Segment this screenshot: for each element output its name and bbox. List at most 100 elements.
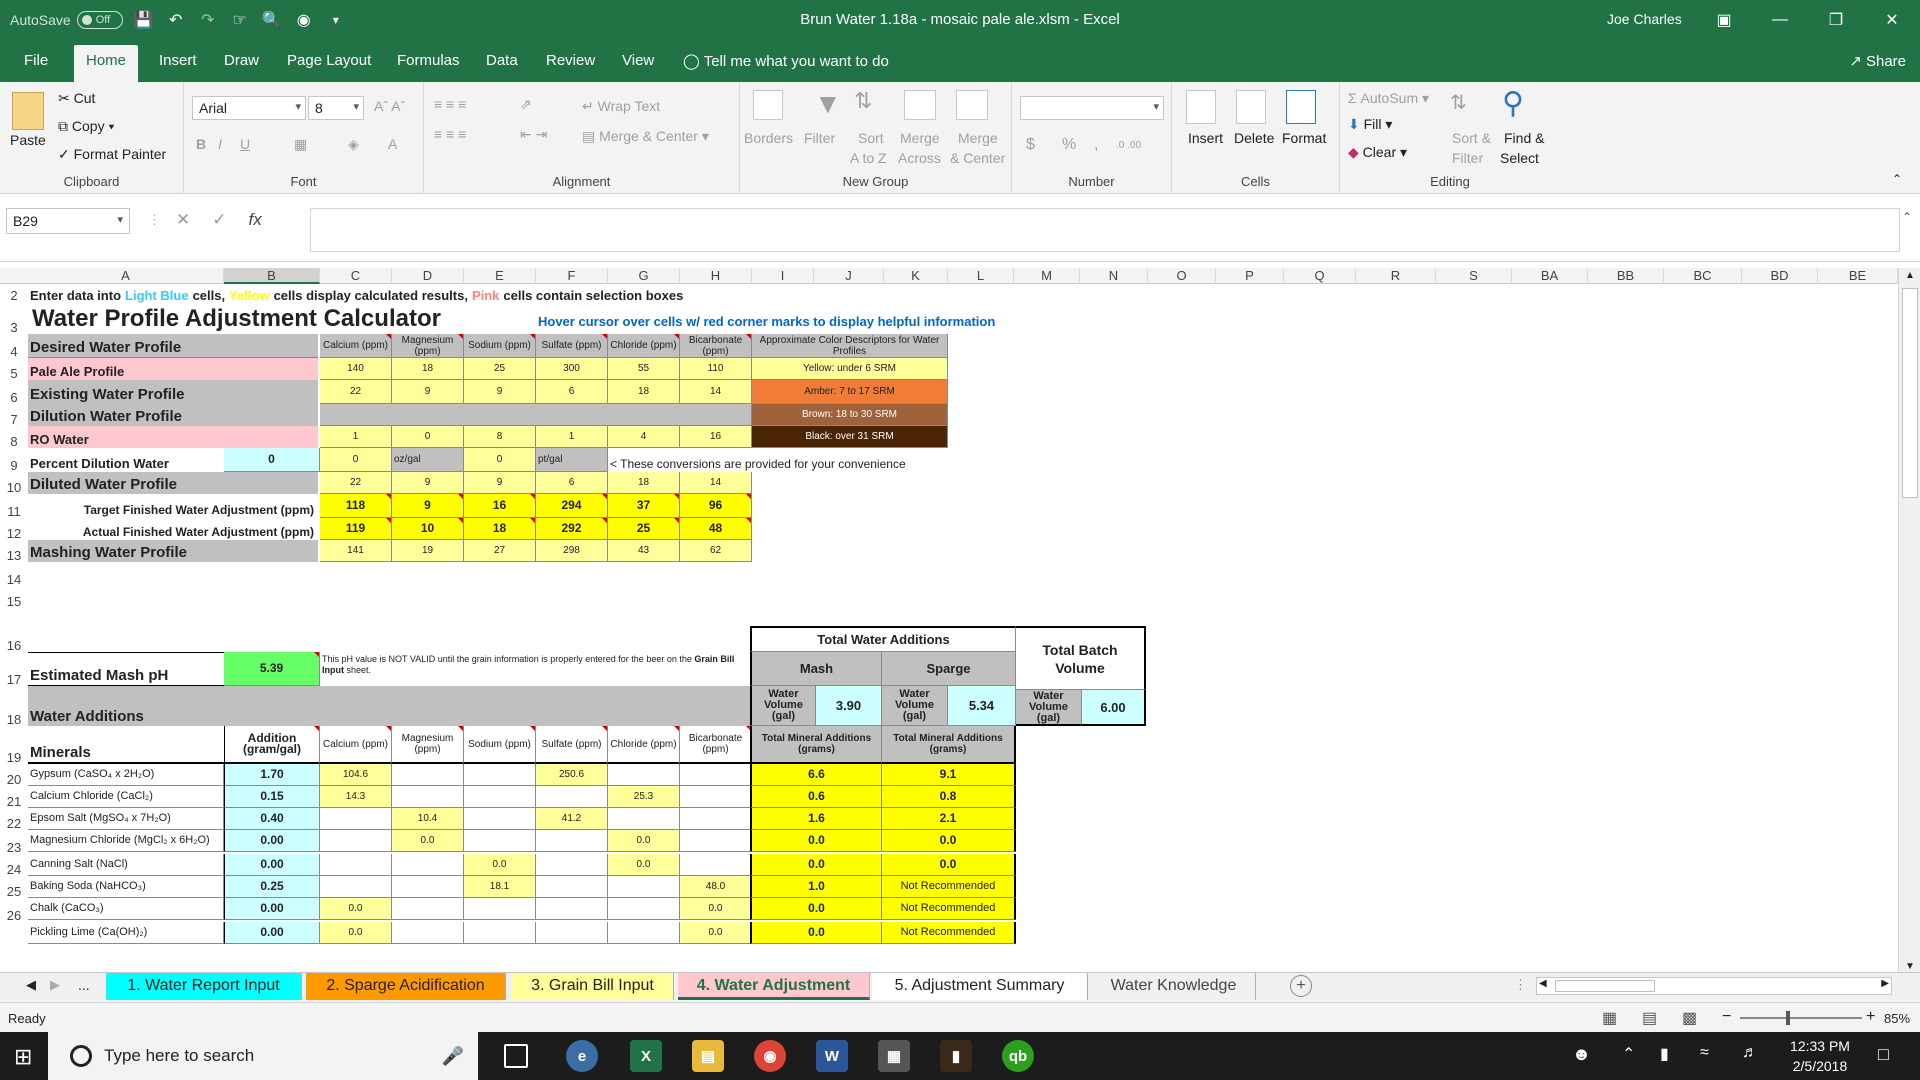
tell-me-box[interactable]: ◯ Tell me what you want to do [683,52,889,70]
wifi-icon[interactable]: ≈ [1700,1044,1709,1062]
row-header[interactable]: 7 [0,412,28,427]
actual-value[interactable]: 48 [680,518,752,540]
column-header[interactable]: S [1436,268,1512,284]
row-header[interactable]: 13 [0,548,28,563]
user-name[interactable]: Joe Charles [1607,11,1682,27]
mineral-ion-value[interactable] [680,830,752,852]
mineral-addition-input[interactable]: 0.00 [224,922,320,944]
mash-mineral-total[interactable]: 6.6 [750,764,882,786]
mineral-ion-value[interactable]: 25.3 [608,786,680,808]
mineral-ion-value[interactable]: 18.1 [464,876,536,898]
mash-mineral-total[interactable]: 0.0 [750,922,882,944]
conversion-unit[interactable]: pt/gal [536,448,608,472]
mineral-ion-value[interactable]: 0.0 [608,830,680,852]
mineral-ion-value[interactable] [464,786,536,808]
sort-filter-line1[interactable]: Sort & [1452,130,1491,146]
sparge-mineral-total[interactable]: 2.1 [882,808,1016,830]
expand-formula-icon[interactable]: ⌃ [1902,210,1912,224]
sort-filter-icon[interactable]: ⇅ [1450,90,1467,115]
actual-value[interactable]: 18 [464,518,536,540]
paste-icon[interactable] [12,92,44,130]
tab-draw[interactable]: Draw [224,52,259,69]
mineral-ion-header[interactable]: Sodium (ppm) [464,726,536,764]
mineral-ion-value[interactable] [464,898,536,920]
row-header[interactable]: 26 [0,908,28,923]
tab-view[interactable]: View [622,52,654,69]
mineral-ion-value[interactable] [608,764,680,786]
batch-volume-label[interactable]: Water Volume (gal) [1016,690,1082,726]
sheet-tab-grain-bill[interactable]: 3. Grain Bill Input [512,973,674,1000]
tab-split-icon[interactable]: ⋮ [1514,977,1527,993]
mineral-ion-value[interactable] [680,808,752,830]
zoom-in-icon[interactable]: + [1866,1008,1875,1026]
tab-review[interactable]: Review [546,52,595,69]
mineral-name[interactable]: Gypsum (CaSO₄ x 2H₂O) [28,764,224,786]
row-header[interactable]: 8 [0,434,28,449]
sort-button-line2[interactable]: A to Z [850,150,887,166]
mineral-ion-value[interactable]: 0.0 [680,922,752,944]
zoom-level[interactable]: 85% [1884,1011,1910,1026]
mineral-name[interactable]: Pickling Lime (Ca(OH)₂) [28,922,224,944]
ro-value[interactable]: 8 [464,426,536,448]
mash-mineral-total-header[interactable]: Total Mineral Additions (grams) [750,726,882,764]
mash-mineral-total[interactable]: 1.6 [750,808,882,830]
mineral-ion-value[interactable]: 48.0 [680,876,752,898]
font-name-select[interactable]: Arial [192,96,306,120]
mineral-ion-value[interactable] [464,922,536,944]
mineral-ion-value[interactable]: 0.0 [680,898,752,920]
column-header[interactable]: M [1014,268,1080,284]
pale-ale-value[interactable]: 140 [320,358,392,380]
mineral-ion-value[interactable] [464,764,536,786]
mineral-ion-value[interactable]: 0.0 [320,922,392,944]
sheet-tab-water-adjustment[interactable]: 4. Water Adjustment [678,973,870,1000]
row-header[interactable]: 16 [0,638,28,653]
mineral-ion-value[interactable]: 41.2 [536,808,608,830]
merge-center-line2[interactable]: & Center [950,150,1005,166]
tab-insert[interactable]: Insert [159,52,197,69]
sparge-mineral-total[interactable]: Not Recommended [882,922,1016,944]
more-sheets-icon[interactable]: ... [78,977,90,993]
mineral-ion-value[interactable] [680,854,752,876]
mashing-value[interactable]: 43 [608,540,680,562]
diluted-value[interactable]: 9 [464,472,536,494]
taskbar-search[interactable]: Type here to search 🎤 [48,1032,478,1080]
format-button[interactable]: Format [1282,130,1326,146]
color-descriptor-header[interactable]: Approximate Color Descriptors for Water … [752,334,948,358]
target-value[interactable]: 16 [464,494,536,518]
mineral-ion-value[interactable] [680,786,752,808]
insert-function-icon[interactable]: fx [249,210,262,230]
total-batch-header[interactable]: Total Batch Volume [1016,626,1146,690]
mash-ph-value[interactable]: 5.39 [224,652,320,686]
scroll-thumb[interactable] [1902,288,1918,498]
edge-icon[interactable]: e [566,1040,598,1072]
row-header[interactable]: 17 [0,672,28,687]
mineral-name[interactable]: Epsom Salt (MgSO₄ x 7H₂O) [28,808,224,830]
wrap-text-button[interactable]: ↵ Wrap Text [582,98,660,115]
column-header[interactable]: G [608,268,680,284]
mineral-name[interactable]: Baking Soda (NaHCO₃) [28,876,224,898]
mineral-ion-value[interactable] [392,876,464,898]
sheet-tab-adjustment-summary[interactable]: 5. Adjustment Summary [872,973,1088,1000]
scroll-right-icon[interactable]: ▶ [1881,978,1889,989]
insert-cells-icon[interactable] [1186,90,1216,124]
horizontal-scrollbar[interactable]: ◀ ▶ [1536,977,1892,995]
mineral-ion-value[interactable]: 10.4 [392,808,464,830]
mineral-ion-value[interactable] [536,922,608,944]
merge-across-line1[interactable]: Merge [900,130,940,146]
mashing-value[interactable]: 27 [464,540,536,562]
sheet-tab-sparge-acidification[interactable]: 2. Sparge Acidification [306,973,506,1000]
vertical-scrollbar[interactable]: ▲ ▼ [1898,268,1920,974]
row-header[interactable]: 3 [0,320,28,335]
font-color-icon[interactable]: A [388,136,397,152]
mineral-addition-input[interactable]: 0.00 [224,830,320,852]
enter-icon[interactable]: ✓ [212,210,226,230]
mineral-ion-value[interactable] [536,898,608,920]
mineral-ion-header[interactable]: Sulfate (ppm) [536,726,608,764]
italic-icon[interactable]: I [218,136,222,152]
mashing-value[interactable]: 298 [536,540,608,562]
sparge-mineral-total[interactable]: 9.1 [882,764,1016,786]
normal-view-icon[interactable]: ▦ [1602,1008,1617,1028]
column-header[interactable]: D [392,268,464,284]
excel-taskbar-icon[interactable]: X [630,1040,662,1072]
percent-dilution-input[interactable]: 0 [224,448,320,472]
